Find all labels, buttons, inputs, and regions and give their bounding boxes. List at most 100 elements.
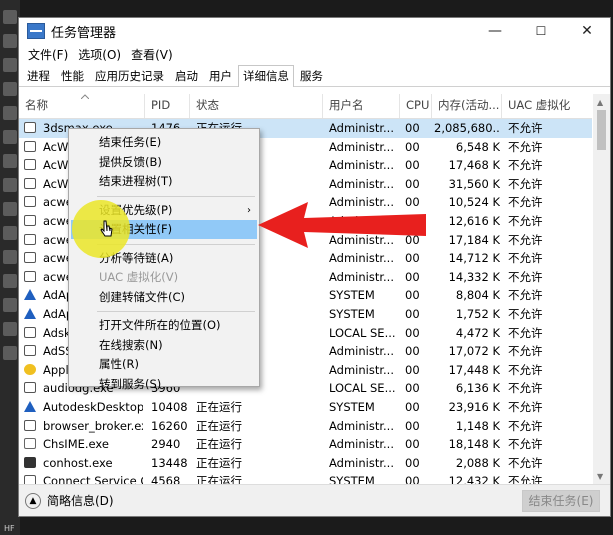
desktop-tool-icon bbox=[3, 226, 17, 240]
window-title: 任务管理器 bbox=[51, 25, 117, 41]
cell-uac: 不允许 bbox=[508, 195, 543, 210]
cell-user: LOCAL SE... bbox=[329, 381, 396, 396]
tab-app-history[interactable]: 应用历史记录 bbox=[90, 65, 169, 86]
context-menu-item-label: 在线搜索(N) bbox=[99, 337, 163, 352]
cell-pid: 10408 bbox=[151, 400, 188, 414]
context-menu-item[interactable]: 属性(R) bbox=[71, 355, 257, 374]
desktop-tool-icon bbox=[3, 274, 17, 288]
cell-mem: 6,136 K bbox=[455, 381, 500, 396]
context-menu-item-label: 属性(R) bbox=[99, 357, 139, 371]
context-menu-item[interactable]: 结束进程树(T) bbox=[71, 172, 257, 191]
desktop-tool-icon bbox=[3, 58, 17, 72]
context-menu-item-label: UAC 虚拟化(V) bbox=[99, 270, 179, 284]
cell-name: browser_broker.exe bbox=[43, 418, 143, 433]
cell-mem: 4,472 K bbox=[455, 325, 500, 340]
end-task-button[interactable]: 结束任务(E) bbox=[522, 490, 600, 512]
red-arrow-icon bbox=[258, 202, 426, 248]
cell-uac: 不允许 bbox=[508, 158, 543, 173]
cell-mem: 17,448 K bbox=[448, 362, 500, 377]
scroll-down-icon[interactable]: ▼ bbox=[597, 472, 603, 481]
cell-uac: 不允许 bbox=[508, 288, 543, 303]
cell-uac: 不允许 bbox=[508, 251, 543, 266]
tab-users[interactable]: 用户 bbox=[204, 65, 237, 86]
cell-cpu: 00 bbox=[405, 307, 420, 321]
less-details-label: 简略信息(D) bbox=[47, 494, 114, 508]
context-menu-item[interactable]: 结束任务(E) bbox=[71, 133, 257, 152]
column-header-uac[interactable]: UAC 虚拟化 bbox=[502, 94, 592, 118]
desktop-tool-icon bbox=[3, 154, 17, 168]
mouse-pointer-icon bbox=[100, 220, 113, 237]
menu-separator bbox=[97, 195, 255, 197]
context-menu-item[interactable]: 转到服务(S) bbox=[71, 375, 257, 394]
cell-cpu: 00 bbox=[405, 269, 420, 284]
table-row[interactable]: conhost.exe 13448 正在运行 Administr... 00 2,088 … bbox=[19, 454, 592, 473]
column-header-pid[interactable]: PID bbox=[145, 94, 190, 118]
table-row[interactable]: browser_broker.exe 16260 正在运行 Administr... 0… bbox=[19, 417, 592, 436]
column-header-status[interactable]: 状态 bbox=[190, 94, 323, 118]
desktop-tool-icon bbox=[3, 34, 17, 48]
title-bar[interactable]: 任务管理器 — ☐ ✕ bbox=[19, 18, 610, 44]
less-details-toggle[interactable]: ▲ 简略信息(D) bbox=[25, 492, 114, 509]
context-menu-item-label: 结束任务(E) bbox=[99, 135, 162, 149]
table-row[interactable]: AutodeskDesktop... 10408 正在运行 SYSTEM 00 23,91… bbox=[19, 398, 592, 417]
cell-user: Administr... bbox=[329, 158, 394, 173]
context-menu-item: UAC 虚拟化(V) bbox=[71, 268, 257, 287]
desktop-tool-icon bbox=[3, 10, 17, 24]
cell-uac: 不允许 bbox=[508, 344, 543, 359]
cell-cpu: 00 bbox=[405, 176, 420, 191]
cell-mem: 17,072 K bbox=[448, 344, 500, 359]
cell-uac: 不允许 bbox=[508, 418, 543, 433]
cell-mem: 17,468 K bbox=[448, 158, 500, 173]
menu-bar: 文件(F) 选项(O) 查看(V) bbox=[19, 44, 610, 64]
cell-cpu: 00 bbox=[405, 288, 420, 303]
menu-file[interactable]: 文件(F) bbox=[23, 46, 73, 63]
menu-options[interactable]: 选项(O) bbox=[73, 46, 126, 63]
menu-separator bbox=[97, 311, 255, 312]
cell-user: SYSTEM bbox=[329, 307, 375, 321]
window-process-icon bbox=[24, 215, 36, 226]
adobe-process-icon bbox=[24, 401, 36, 412]
desktop-tool-icon bbox=[3, 250, 17, 264]
cell-cpu: 00 bbox=[405, 158, 420, 173]
desktop-tool-icon bbox=[3, 82, 17, 96]
tab-processes[interactable]: 进程 bbox=[22, 65, 55, 86]
tab-details[interactable]: 详细信息 bbox=[238, 65, 294, 87]
tab-performance[interactable]: 性能 bbox=[56, 65, 89, 86]
context-menu-item[interactable]: 在线搜索(N) bbox=[71, 336, 257, 355]
cell-cpu: 00 bbox=[405, 251, 420, 266]
cell-mem: 2,088 K bbox=[455, 455, 500, 470]
desktop-label: HF bbox=[4, 524, 15, 533]
cell-cpu: 00 bbox=[405, 362, 420, 377]
cell-name: AutodeskDesktop... bbox=[43, 400, 143, 414]
scroll-up-icon[interactable]: ▲ bbox=[597, 98, 603, 107]
context-menu-item[interactable]: 创建转储文件(C) bbox=[71, 288, 257, 307]
cell-user: Administr... bbox=[329, 121, 394, 135]
cell-user: Administr... bbox=[329, 269, 394, 284]
cell-user: Administr... bbox=[329, 176, 394, 191]
context-menu-item[interactable]: 打开文件所在的位置(O) bbox=[71, 316, 257, 335]
sun-process-icon bbox=[24, 363, 36, 375]
tab-startup[interactable]: 启动 bbox=[170, 65, 203, 86]
cell-uac: 不允许 bbox=[508, 176, 543, 191]
context-menu-item-label: 创建转储文件(C) bbox=[99, 289, 186, 304]
context-menu-item[interactable]: 提供反馈(B) bbox=[71, 153, 257, 172]
menu-view[interactable]: 查看(V) bbox=[126, 46, 178, 63]
table-row[interactable]: ChsIME.exe 2940 正在运行 Administr... 00 18,148 K… bbox=[19, 435, 592, 454]
scrollbar-thumb[interactable] bbox=[597, 110, 606, 150]
vertical-scrollbar[interactable]: ▲ ▼ bbox=[593, 94, 610, 485]
context-menu-item-label: 转到服务(S) bbox=[99, 376, 162, 391]
cell-user: Administr... bbox=[329, 251, 394, 266]
tab-services[interactable]: 服务 bbox=[295, 65, 328, 86]
column-header-memory[interactable]: 内存(活动... bbox=[432, 94, 502, 118]
cell-cpu: 00 bbox=[405, 455, 420, 470]
cell-uac: 不允许 bbox=[508, 307, 543, 321]
maximize-button[interactable]: ☐ bbox=[518, 18, 564, 44]
cell-pid: 2940 bbox=[151, 437, 181, 452]
minimize-button[interactable]: — bbox=[472, 18, 518, 44]
close-button[interactable]: ✕ bbox=[564, 18, 610, 44]
window-process-icon bbox=[24, 140, 36, 152]
chevron-right-icon: › bbox=[247, 204, 251, 216]
context-menu-item-label: 提供反馈(B) bbox=[99, 154, 162, 169]
column-header-cpu[interactable]: CPU bbox=[400, 94, 432, 118]
column-header-username[interactable]: 用户名 bbox=[323, 94, 400, 118]
